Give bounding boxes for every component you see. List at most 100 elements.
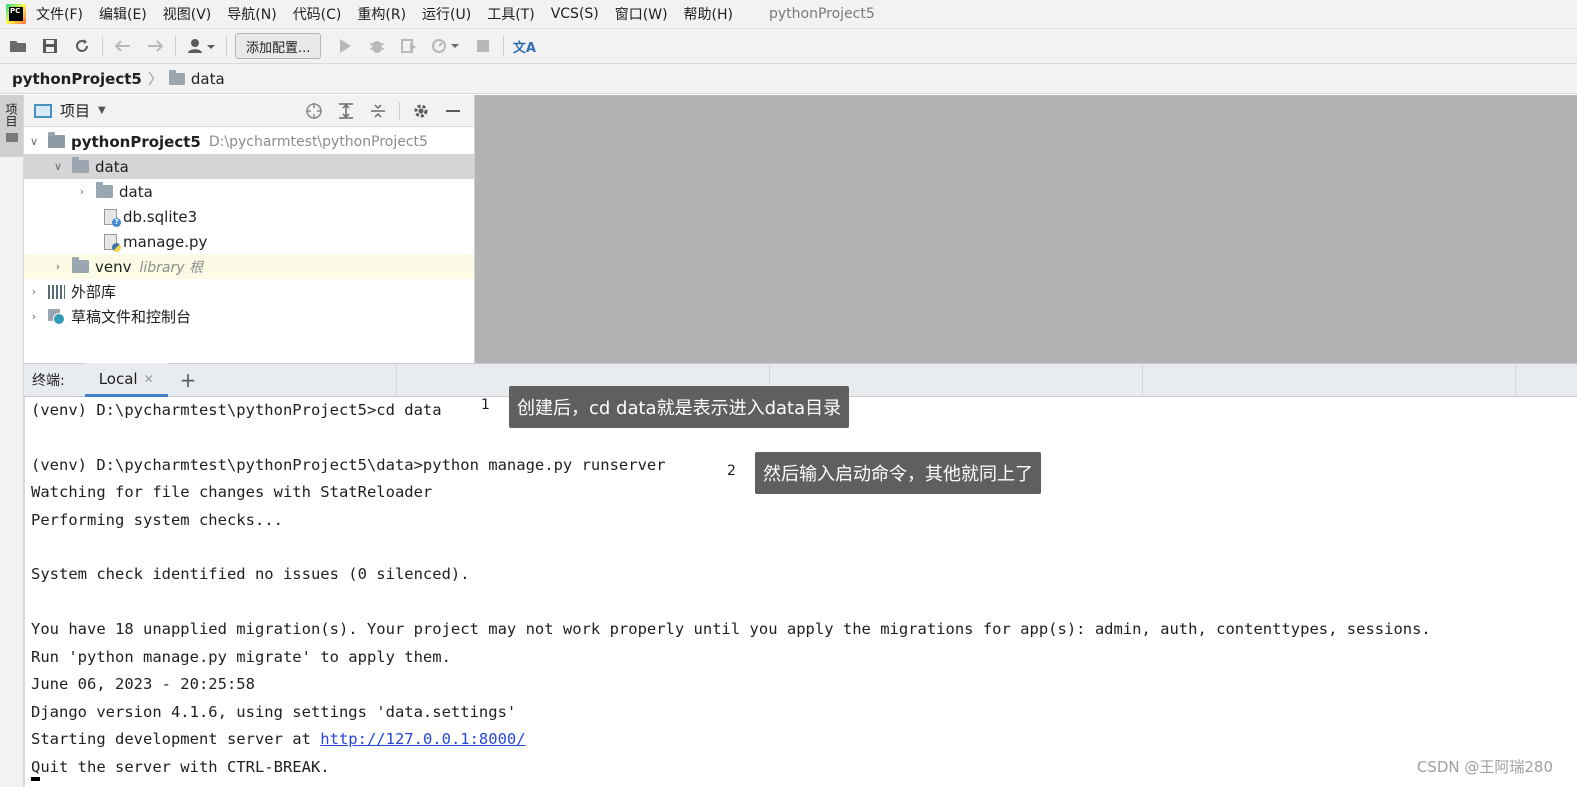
project-panel: 项目 ▼ ∨ pythonProject5 D:\pycharmtest\pyt bbox=[24, 95, 475, 363]
menu-navigate[interactable]: 导航(N) bbox=[227, 4, 276, 24]
project-tool-tab[interactable]: 项目 bbox=[0, 95, 23, 157]
editor-area bbox=[475, 95, 1577, 363]
gear-icon[interactable] bbox=[410, 100, 432, 122]
forward-arrow-icon[interactable] bbox=[143, 34, 167, 58]
toolbar-separator bbox=[503, 36, 505, 56]
collapse-all-icon[interactable] bbox=[367, 100, 389, 122]
menu-help[interactable]: 帮助(H) bbox=[684, 4, 733, 24]
tree-item-external-libraries[interactable]: › 外部库 bbox=[24, 279, 474, 304]
save-icon[interactable] bbox=[38, 34, 62, 58]
run-icon[interactable] bbox=[333, 34, 357, 58]
open-folder-icon[interactable] bbox=[6, 34, 30, 58]
breadcrumb-project[interactable]: pythonProject5 bbox=[12, 70, 142, 88]
tree-item-label: venv bbox=[95, 257, 132, 276]
project-tool-tab-label: 项目 bbox=[4, 103, 18, 127]
toolbar-separator bbox=[175, 36, 176, 56]
annotation-callout: 创建后，cd data就是表示进入data目录 bbox=[509, 386, 850, 428]
folder-icon bbox=[48, 132, 65, 148]
tree-item-hint: library 根 bbox=[139, 259, 204, 276]
unknown-file-icon: ? bbox=[104, 208, 121, 227]
header-divider bbox=[1142, 364, 1143, 398]
chevron-down-icon[interactable]: ∨ bbox=[28, 135, 40, 148]
breadcrumb-folder[interactable]: data bbox=[191, 70, 225, 88]
locate-icon[interactable] bbox=[303, 100, 325, 122]
terminal-line: (venv) D:\pycharmtest\pythonProject5>cd … bbox=[31, 401, 442, 419]
expand-all-icon[interactable] bbox=[335, 100, 357, 122]
terminal-line: Run 'python manage.py migrate' to apply … bbox=[31, 648, 451, 666]
tree-root-path: D:\pycharmtest\pythonProject5 bbox=[208, 133, 428, 150]
tree-item-label: 草稿文件和控制台 bbox=[71, 308, 192, 326]
scratches-icon bbox=[48, 308, 65, 325]
tree-item-label: db.sqlite3 bbox=[123, 207, 198, 226]
debug-icon[interactable] bbox=[365, 34, 389, 58]
folder-icon bbox=[72, 257, 89, 273]
tree-root-name: pythonProject5 bbox=[71, 132, 201, 151]
chevron-right-icon[interactable]: › bbox=[28, 310, 40, 323]
chevron-down-icon[interactable]: ▼ bbox=[98, 105, 106, 116]
coverage-icon[interactable] bbox=[397, 34, 421, 58]
folder-icon bbox=[72, 157, 89, 173]
pycharm-logo-icon: PC bbox=[6, 4, 26, 24]
tree-item-label: data bbox=[119, 182, 153, 201]
menu-run[interactable]: 运行(U) bbox=[422, 4, 471, 24]
user-dropdown-icon[interactable] bbox=[184, 34, 218, 58]
menu-window[interactable]: 窗口(W) bbox=[615, 4, 668, 24]
chevron-right-icon[interactable]: › bbox=[28, 285, 40, 298]
tree-item-root[interactable]: ∨ pythonProject5 D:\pycharmtest\pythonPr… bbox=[24, 129, 474, 154]
server-url-link[interactable]: http://127.0.0.1:8000/ bbox=[320, 730, 525, 748]
terminal-line: Django version 4.1.6, using settings 'da… bbox=[31, 703, 517, 721]
toolbar-separator bbox=[226, 36, 227, 56]
tree-item-manage-py[interactable]: manage.py bbox=[24, 229, 474, 254]
terminal-line: Performing system checks... bbox=[31, 511, 283, 529]
menu-code[interactable]: 代码(C) bbox=[293, 4, 342, 24]
terminal-tab-local[interactable]: Local ✕ bbox=[84, 363, 168, 397]
annotation-number: 2 bbox=[727, 463, 736, 479]
menu-refactor[interactable]: 重构(R) bbox=[357, 4, 406, 24]
breadcrumb-separator-icon: 〉 bbox=[147, 70, 163, 88]
terminal-line-text: Starting development server at bbox=[31, 730, 321, 748]
translate-icon[interactable]: 文A bbox=[512, 34, 536, 58]
folder-icon bbox=[5, 133, 18, 142]
tree-item-label: data bbox=[95, 157, 129, 176]
toolbar-separator bbox=[102, 36, 103, 56]
terminal-line: System check identified no issues (0 sil… bbox=[31, 565, 470, 583]
tree-item-scratches[interactable]: › 草稿文件和控制台 bbox=[24, 304, 474, 329]
tree-item-label: manage.py bbox=[123, 232, 208, 251]
tree-item-label: 外部库 bbox=[71, 283, 117, 301]
tree-item-venv[interactable]: › venv library 根 bbox=[24, 254, 474, 279]
watermark: CSDN @王阿瑞280 bbox=[1416, 758, 1553, 776]
menu-edit[interactable]: 编辑(E) bbox=[99, 4, 147, 24]
project-panel-title[interactable]: 项目 bbox=[60, 100, 90, 121]
stop-icon[interactable] bbox=[471, 34, 495, 58]
window-title: pythonProject5 bbox=[769, 6, 875, 22]
menu-view[interactable]: 视图(V) bbox=[163, 4, 212, 24]
menu-vcs[interactable]: VCS(S) bbox=[551, 6, 599, 22]
breadcrumb: pythonProject5 〉 data bbox=[0, 64, 1577, 94]
library-icon bbox=[48, 284, 65, 299]
terminal-cursor bbox=[31, 777, 40, 781]
chevron-down-icon[interactable]: ∨ bbox=[52, 160, 64, 173]
back-arrow-icon[interactable] bbox=[111, 34, 135, 58]
python-file-icon bbox=[104, 233, 121, 252]
terminal-tab-label: Local bbox=[98, 369, 138, 388]
chevron-right-icon[interactable]: › bbox=[52, 260, 64, 273]
panel-separator bbox=[399, 101, 400, 120]
tree-item-data-subfolder[interactable]: › data bbox=[24, 179, 474, 204]
menu-file[interactable]: 文件(F) bbox=[36, 4, 83, 24]
terminal-line: June 06, 2023 - 20:25:58 bbox=[31, 675, 255, 693]
minimize-icon[interactable] bbox=[442, 100, 464, 122]
project-panel-actions bbox=[303, 100, 474, 122]
profile-icon[interactable] bbox=[429, 34, 463, 58]
new-tab-plus-icon[interactable]: + bbox=[180, 368, 197, 392]
menu-tools[interactable]: 工具(T) bbox=[487, 4, 534, 24]
sync-icon[interactable] bbox=[70, 34, 94, 58]
terminal-line: Starting development server at http://12… bbox=[31, 730, 526, 748]
tree-item-db-file[interactable]: ? db.sqlite3 bbox=[24, 204, 474, 229]
chevron-right-icon[interactable]: › bbox=[76, 185, 88, 198]
toolbar: 添加配置... 文A bbox=[0, 28, 1577, 64]
close-icon[interactable]: ✕ bbox=[144, 372, 154, 386]
annotation-number: 1 bbox=[481, 397, 490, 413]
add-configuration-button[interactable]: 添加配置... bbox=[235, 33, 322, 59]
terminal-line: You have 18 unapplied migration(s). Your… bbox=[31, 620, 1431, 638]
tree-item-data-folder[interactable]: ∨ data bbox=[24, 154, 474, 179]
